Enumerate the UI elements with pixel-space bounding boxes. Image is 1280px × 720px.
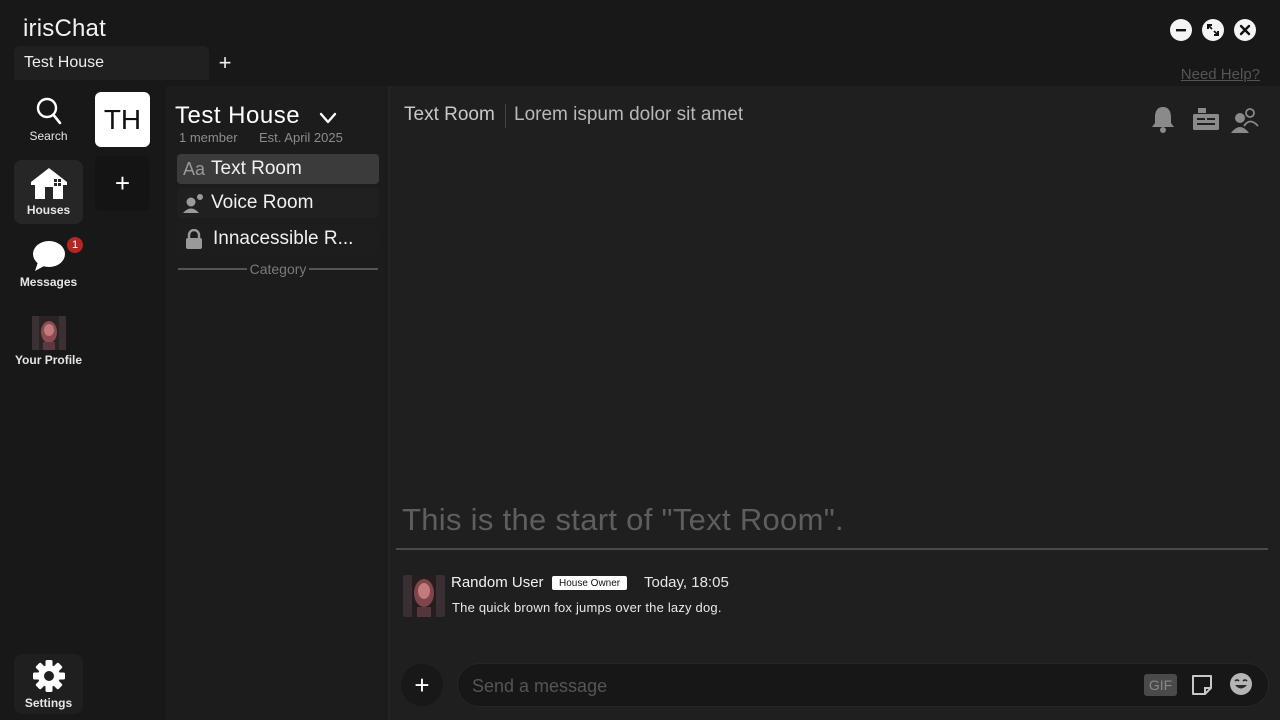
text-room-icon: Aa xyxy=(182,158,206,179)
pinned-messages-icon[interactable] xyxy=(1191,104,1221,134)
room-inaccessible[interactable]: Innacessible R... xyxy=(177,224,379,254)
message-timestamp: Today, 18:05 xyxy=(644,574,729,591)
close-button[interactable] xyxy=(1234,19,1256,41)
rail-houses-label: Houses xyxy=(26,203,71,217)
need-help-link[interactable]: Need Help? xyxy=(1181,66,1260,83)
gif-button[interactable]: GIF xyxy=(1144,674,1177,696)
emoji-icon[interactable] xyxy=(1229,672,1253,696)
unread-badge: 1 xyxy=(66,236,84,254)
members-icon[interactable] xyxy=(1230,104,1260,134)
house-established: Est. April 2025 xyxy=(259,130,343,145)
rail-houses[interactable]: Houses xyxy=(14,160,83,224)
chevron-down-icon[interactable] xyxy=(318,110,338,126)
chat-bubble-icon xyxy=(32,241,65,271)
maximize-button[interactable] xyxy=(1202,19,1224,41)
room-title: Text Room xyxy=(404,104,495,125)
rail-search[interactable]: Search xyxy=(14,96,83,148)
close-icon xyxy=(1239,24,1251,36)
message-avatar[interactable] xyxy=(403,575,445,617)
rail-messages-label: Messages xyxy=(19,275,78,289)
search-icon xyxy=(36,97,61,125)
message-body: The quick brown fox jumps over the lazy … xyxy=(452,600,722,615)
start-divider xyxy=(396,548,1268,550)
rail-search-label: Search xyxy=(29,129,68,143)
profile-avatar xyxy=(31,316,66,350)
house-member-count: 1 member xyxy=(179,130,238,145)
bell-icon[interactable] xyxy=(1148,104,1178,134)
message-input[interactable] xyxy=(472,674,1132,698)
new-tab-button[interactable]: + xyxy=(214,50,236,76)
rail-profile[interactable]: Your Profile xyxy=(14,316,83,372)
room-label: Innacessible R... xyxy=(213,228,354,249)
role-badge: House Owner xyxy=(552,576,628,590)
room-voice-room[interactable]: Voice Room xyxy=(177,188,379,218)
room-label: Voice Room xyxy=(211,192,314,213)
house-icon xyxy=(30,168,67,199)
lock-icon xyxy=(177,229,211,249)
attach-button[interactable]: + xyxy=(401,664,443,706)
minimize-icon xyxy=(1176,29,1186,32)
house-test-house-button[interactable]: TH xyxy=(95,92,150,147)
rail-profile-label: Your Profile xyxy=(14,353,83,367)
sticker-icon[interactable] xyxy=(1190,673,1214,697)
app-title: irisChat xyxy=(23,15,106,42)
house-name[interactable]: Test House xyxy=(175,102,300,130)
room-start-text: This is the start of "Text Room". xyxy=(402,502,844,537)
room-text-room[interactable]: Aa Text Room xyxy=(177,154,379,184)
add-house-button[interactable]: + xyxy=(95,156,150,211)
tab-test-house[interactable]: Test House xyxy=(14,46,209,80)
category-divider[interactable]: Category xyxy=(178,261,378,277)
maximize-icon xyxy=(1207,24,1219,36)
room-topic: Lorem ispum dolor sit amet xyxy=(514,104,744,125)
message-author[interactable]: Random User xyxy=(451,574,544,591)
tab-label: Test House xyxy=(24,54,105,71)
rail-settings[interactable]: Settings xyxy=(14,654,83,714)
category-label: Category xyxy=(249,261,307,277)
minimize-button[interactable] xyxy=(1170,19,1192,41)
gear-icon xyxy=(32,660,65,692)
title-separator xyxy=(505,104,506,128)
voice-room-icon xyxy=(177,193,211,213)
rail-settings-label: Settings xyxy=(24,696,73,710)
room-label: Text Room xyxy=(211,158,302,179)
chat-area xyxy=(390,86,1280,720)
